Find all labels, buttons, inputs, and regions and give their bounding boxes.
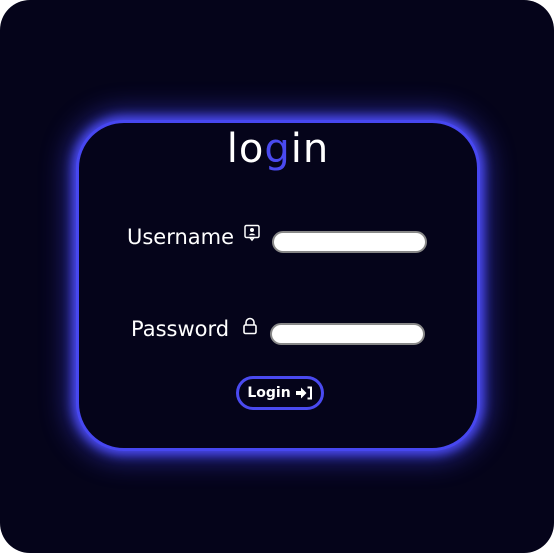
username-label: Username (127, 225, 235, 249)
password-label: Password (131, 317, 230, 341)
username-input[interactable] (272, 231, 427, 253)
app-background: login Username Password Login (0, 0, 554, 553)
user-badge-icon (244, 224, 260, 242)
login-button[interactable]: Login (236, 376, 324, 410)
login-card: login Username Password Login (76, 120, 480, 451)
login-title: login (79, 126, 477, 172)
sign-in-icon (295, 386, 312, 400)
password-input[interactable] (270, 323, 425, 345)
login-button-label: Login (247, 385, 291, 401)
title-part-2: in (290, 126, 330, 172)
lock-icon (243, 317, 257, 335)
title-accent-letter: g (264, 126, 291, 172)
title-part-1: lo (226, 126, 265, 172)
